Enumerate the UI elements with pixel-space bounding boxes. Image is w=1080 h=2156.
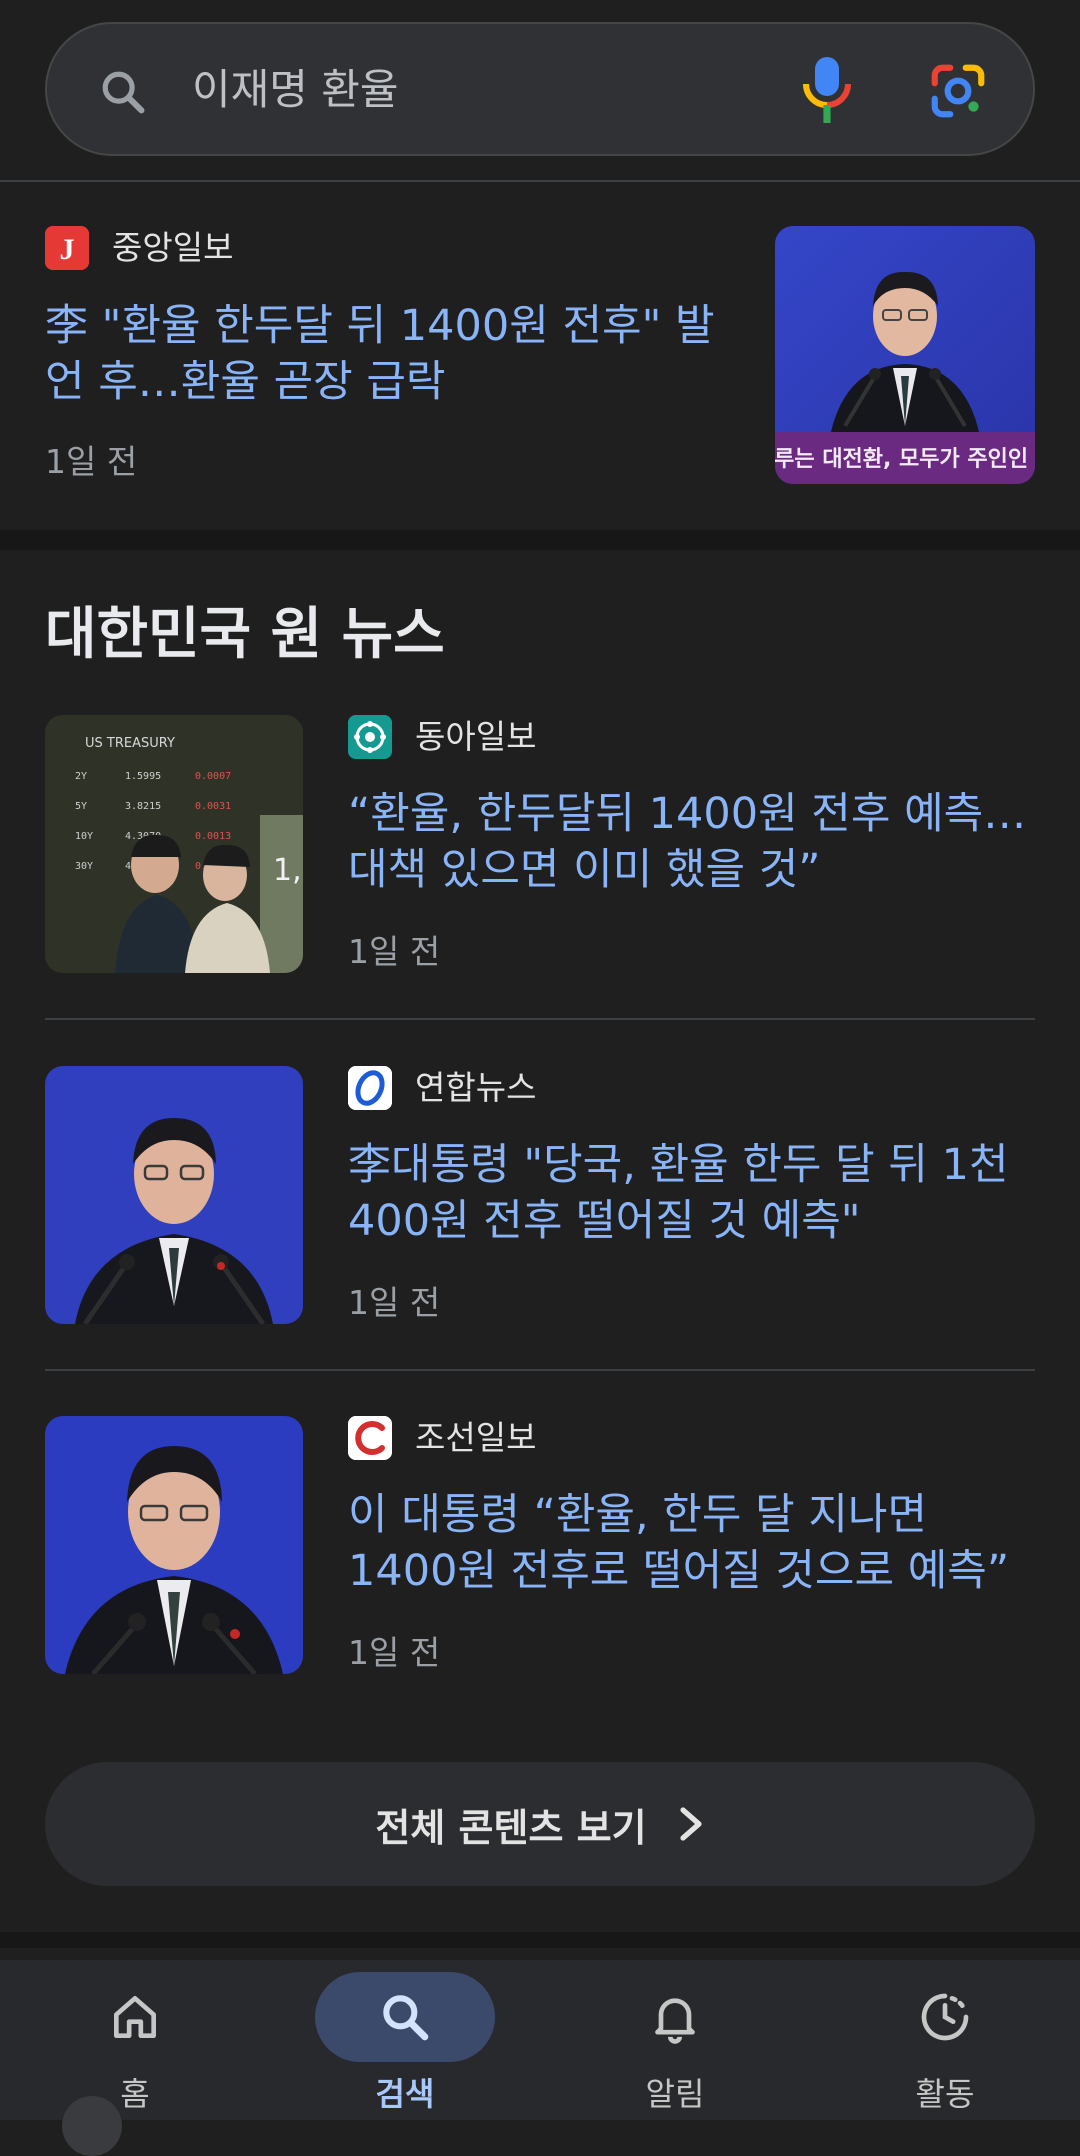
donga-logo-icon <box>348 715 392 759</box>
nav-label-activity: 활동 <box>915 2075 975 2113</box>
svg-text:0.0031: 0.0031 <box>195 801 231 812</box>
svg-text:30Y: 30Y <box>75 861 93 872</box>
article-headline[interactable]: 이 대통령 “환율, 한두 달 지나면 1400원 전후로 떨어질 것으로 예측… <box>348 1487 1048 1599</box>
bottom-separator <box>0 1932 1080 1948</box>
nav-item-search[interactable]: 검색 <box>270 1960 540 2120</box>
google-lens-icon[interactable] <box>927 60 989 122</box>
row-divider <box>45 1018 1035 1020</box>
search-query-text[interactable]: 이재명 환율 <box>192 64 399 116</box>
bottom-navigation: 홈 검색 알림 활동 <box>0 1960 1080 2120</box>
joongang-logo-icon: J <box>45 226 89 270</box>
article-time: 1일 전 <box>348 1633 441 1672</box>
search-icon <box>102 71 145 114</box>
thumbnail-label: US TREASURY <box>85 736 175 751</box>
svg-text:1,: 1, <box>273 853 302 888</box>
article-thumbnail[interactable]: US TREASURY 2Y 1.5995 0.0007 5Y 3.8215 0.003… <box>45 715 303 973</box>
activity-icon <box>921 1993 969 2041</box>
nav-label-notifications: 알림 <box>645 2075 705 2113</box>
search-bar[interactable]: 이재명 환율 <box>45 22 1035 156</box>
article-time: 1일 전 <box>348 1283 441 1322</box>
bell-icon <box>655 1998 695 2044</box>
floating-button-edge[interactable] <box>62 2096 122 2156</box>
svg-text:10Y: 10Y <box>75 831 93 842</box>
microphone-icon[interactable] <box>797 54 857 126</box>
nav-label-search: 검색 <box>375 2075 435 2113</box>
article-source: 중앙일보 <box>112 228 234 267</box>
article-time: 1일 전 <box>45 442 138 481</box>
nav-label-home: 홈 <box>120 2075 150 2113</box>
article-source: 조선일보 <box>415 1418 537 1457</box>
search-icon <box>383 1995 429 2041</box>
nav-item-activity[interactable]: 활동 <box>810 1960 1080 2120</box>
article-thumbnail[interactable] <box>45 1066 303 1324</box>
article-thumbnail[interactable]: 이루는 대전환, 모두가 주인인 대 <box>775 226 1035 484</box>
home-icon <box>114 1996 157 2038</box>
svg-text:5Y: 5Y <box>75 801 87 812</box>
svg-text:J: J <box>60 233 75 266</box>
section-separator <box>0 530 1080 550</box>
chevron-right-icon <box>679 1807 702 1841</box>
thumbnail-banner-text: 이루는 대전환, 모두가 주인인 대 <box>775 447 1035 472</box>
article-headline[interactable]: 李대통령 "당국, 환율 한두 달 뒤 1천 400원 전후 떨어질 것 예측" <box>348 1137 1038 1249</box>
article-source: 연합뉴스 <box>415 1068 537 1107</box>
yonhap-logo-icon <box>348 1066 392 1110</box>
svg-text:3.8215: 3.8215 <box>125 801 161 812</box>
svg-text:2Y: 2Y <box>75 771 87 782</box>
view-all-label: 전체 콘텐츠 보기 <box>375 1805 647 1850</box>
svg-text:1.5995: 1.5995 <box>125 771 161 782</box>
nav-item-notifications[interactable]: 알림 <box>540 1960 810 2120</box>
article-headline[interactable]: “환율, 한두달뒤 1400원 전후 예측… 대책 있으면 이미 했을 것” <box>348 786 1038 898</box>
article-time: 1일 전 <box>348 932 441 971</box>
svg-text:0.0007: 0.0007 <box>195 771 231 782</box>
article-source: 동아일보 <box>415 717 537 756</box>
chosun-logo-icon <box>348 1416 392 1460</box>
article-thumbnail[interactable] <box>45 1416 303 1674</box>
article-headline[interactable]: 李 "환율 한두달 뒤 1400원 전후" 발 언 후…환율 곧장 급락 <box>45 298 745 410</box>
svg-text:0.0013: 0.0013 <box>195 831 231 842</box>
section-title: 대한민국 원 뉴스 <box>45 602 445 667</box>
row-divider <box>45 1369 1035 1371</box>
nav-item-home[interactable]: 홈 <box>0 1960 270 2120</box>
view-all-button[interactable]: 전체 콘텐츠 보기 <box>45 1762 1035 1886</box>
header-divider <box>0 180 1080 182</box>
